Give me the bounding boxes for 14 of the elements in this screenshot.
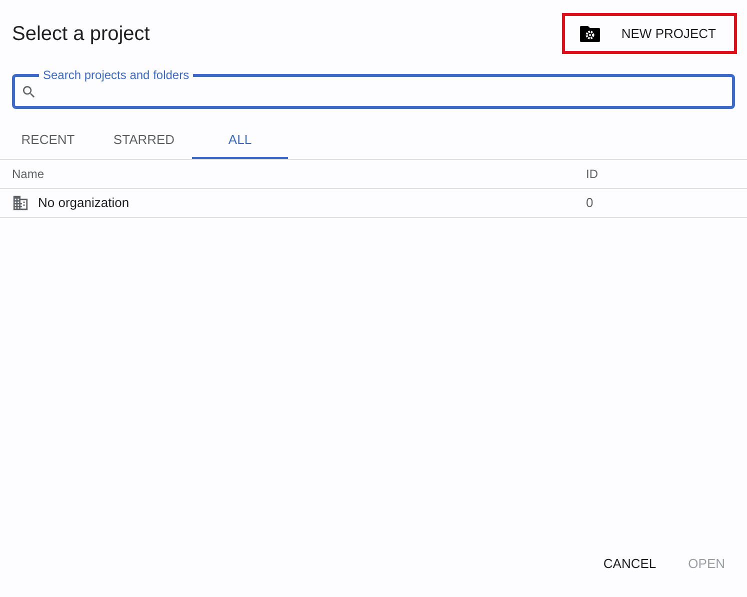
tab[interactable]: STARRED <box>96 123 192 159</box>
cancel-button[interactable]: CANCEL <box>591 549 668 579</box>
search-icon <box>21 84 37 100</box>
tab[interactable]: RECENT <box>0 123 96 159</box>
table-cell-text: No organization <box>38 194 130 212</box>
building-icon <box>12 195 29 211</box>
table-cell-text: 0 <box>586 194 594 212</box>
dialog-title: Select a project <box>12 22 150 46</box>
search-field-label: Search projects and folders <box>39 67 194 83</box>
tab[interactable]: ALL <box>192 123 288 159</box>
column-header: Name <box>11 166 46 183</box>
new-project-button[interactable]: NEW PROJECT <box>562 13 737 54</box>
folder-gear-icon <box>579 24 602 42</box>
column-header: ID <box>586 166 598 183</box>
